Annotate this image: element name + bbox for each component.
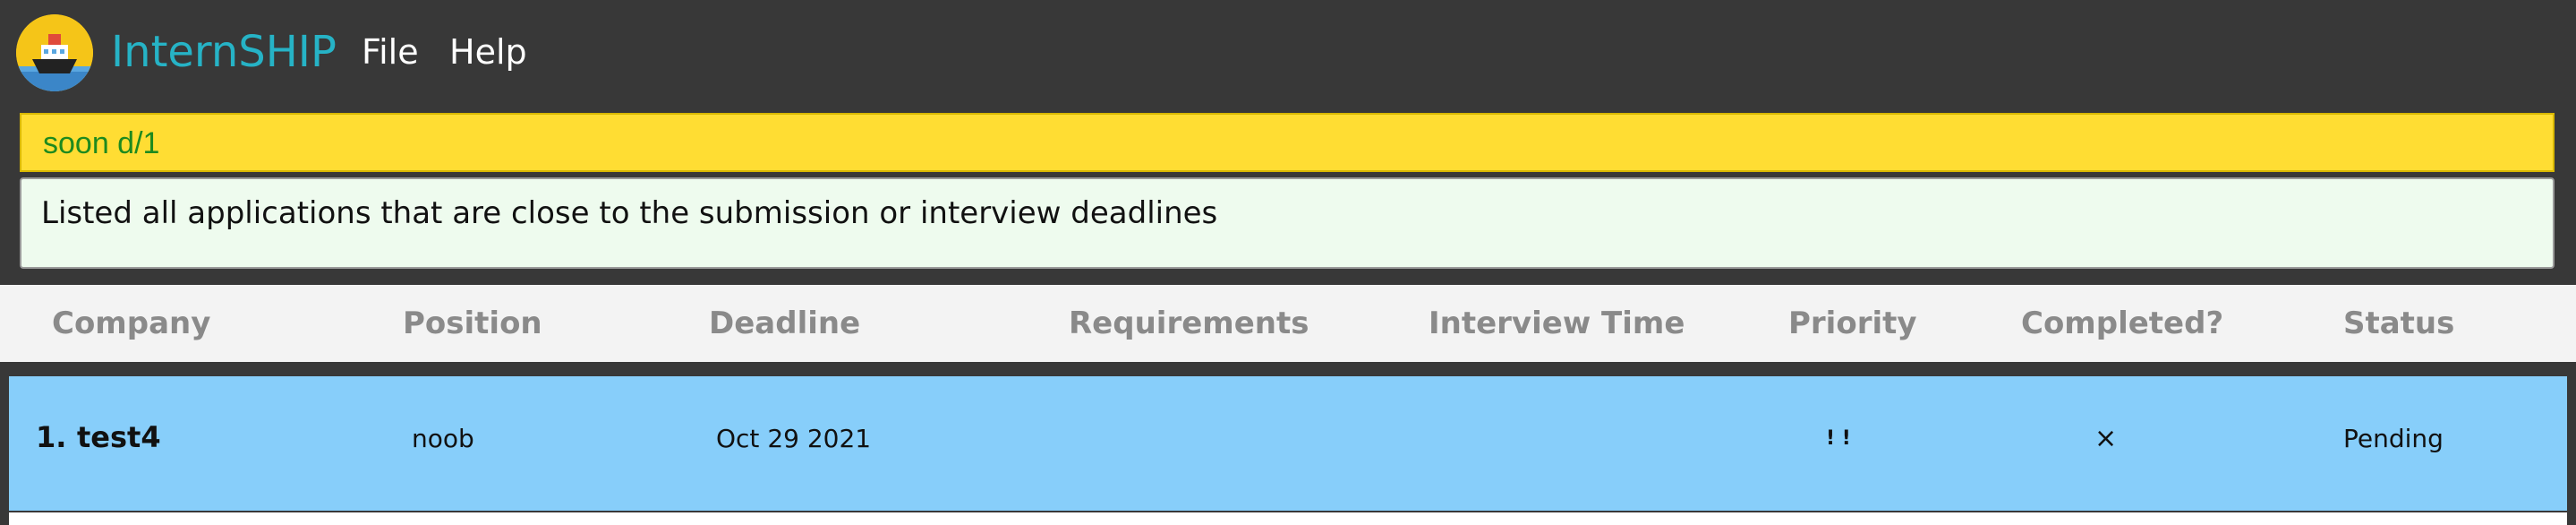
table-header: Company Position Deadline Requirements I…: [0, 285, 2576, 362]
column-header-interview-time: Interview Time: [1429, 306, 1685, 341]
row-priority: ! !: [1826, 427, 1851, 450]
row-index: 1.: [36, 420, 67, 454]
list-area-below: [9, 512, 2567, 525]
column-header-status: Status: [2343, 306, 2455, 341]
table-row[interactable]: 1. test4 noob Oct 29 2021 ! ! × Pending: [9, 376, 2567, 511]
column-header-completed: Completed?: [2021, 306, 2224, 341]
application-list: 1. test4 noob Oct 29 2021 ! ! × Pending: [0, 362, 2576, 525]
top-bar: InternSHIP File Help: [0, 0, 2576, 108]
row-status: Pending: [2343, 424, 2444, 453]
app-title: InternSHIP: [111, 27, 337, 77]
column-header-priority: Priority: [1788, 306, 1917, 341]
row-position: noob: [412, 424, 474, 453]
row-company: test4: [77, 420, 161, 454]
column-header-requirements: Requirements: [1069, 306, 1309, 341]
row-completed: ×: [2094, 423, 2118, 454]
menu-file[interactable]: File: [362, 27, 419, 77]
command-input[interactable]: soon d/1: [20, 113, 2555, 172]
column-header-company: Company: [52, 306, 211, 341]
result-message: Listed all applications that are close t…: [41, 195, 1218, 231]
row-deadline: Oct 29 2021: [716, 424, 872, 453]
app-window: InternSHIP File Help soon d/1 Listed all…: [0, 0, 2576, 525]
column-header-deadline: Deadline: [709, 306, 861, 341]
ship-logo-icon: [16, 14, 93, 91]
result-display: Listed all applications that are close t…: [20, 177, 2555, 269]
command-input-text: soon d/1: [43, 126, 160, 160]
column-header-position: Position: [403, 306, 542, 341]
menu-help[interactable]: Help: [449, 27, 527, 77]
